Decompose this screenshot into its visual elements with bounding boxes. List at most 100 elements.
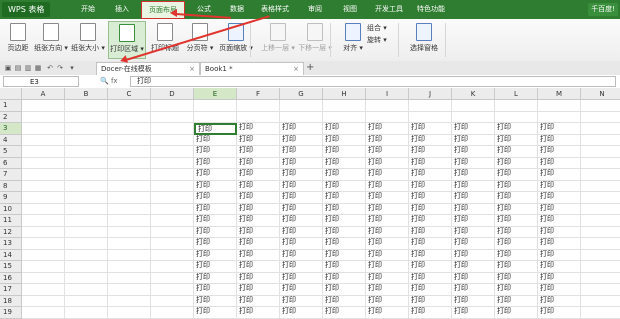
grid-cell[interactable] [581, 112, 620, 123]
grid-cell[interactable] [65, 100, 108, 112]
grid-cell[interactable] [22, 249, 65, 261]
grid-cell[interactable]: 打印 [495, 261, 538, 273]
grid-cell[interactable]: 打印 [495, 123, 538, 135]
grid-cell[interactable] [581, 284, 620, 296]
menu-item[interactable]: 开发工具 [371, 0, 407, 19]
fx-icons[interactable]: 🔍 fx [100, 76, 118, 87]
grid-cell[interactable]: 打印 [237, 123, 280, 135]
grid-cell[interactable] [280, 100, 323, 112]
grid-cell[interactable]: 打印 [237, 238, 280, 250]
formula-input[interactable]: 打印 [130, 76, 616, 87]
grid-cell[interactable]: 打印 [237, 180, 280, 192]
grid-cell[interactable]: 打印 [495, 295, 538, 307]
grid-cell[interactable] [581, 146, 620, 158]
row-header[interactable]: 13 [0, 238, 22, 250]
grid-cell[interactable]: 打印 [194, 226, 237, 238]
grid-cell[interactable] [581, 250, 620, 261]
redo-icon[interactable]: ↷ [56, 64, 64, 72]
row-header[interactable]: 16 [0, 272, 22, 284]
print-icon[interactable]: ▥ [24, 64, 32, 72]
ribbon-tool-button[interactable]: 下移一层 ▾ [297, 21, 333, 59]
grid-cell[interactable] [108, 249, 151, 261]
grid-cell[interactable]: 打印 [323, 169, 366, 181]
grid-cell[interactable]: 打印 [237, 284, 280, 296]
grid-cell[interactable] [151, 238, 194, 250]
grid-cell[interactable] [581, 123, 620, 135]
column-header[interactable]: K [452, 88, 495, 100]
app-title-button[interactable]: WPS 表格 [2, 2, 51, 17]
grid-cell[interactable] [452, 111, 495, 123]
grid-cell[interactable] [581, 261, 620, 273]
grid-cell[interactable]: 打印 [452, 169, 495, 181]
grid-cell[interactable] [538, 100, 581, 112]
column-header[interactable]: H [323, 88, 366, 100]
grid-cell[interactable] [151, 157, 194, 169]
grid-cell[interactable]: 打印 [280, 307, 323, 319]
menu-item[interactable]: 插入 [107, 0, 137, 19]
grid-cell[interactable] [581, 181, 620, 192]
column-header[interactable]: N [581, 88, 620, 100]
grid-cell[interactable]: 打印 [366, 295, 409, 307]
grid-cell[interactable]: 打印 [366, 134, 409, 146]
row-header[interactable]: 8 [0, 180, 22, 192]
row-header[interactable]: 10 [0, 203, 22, 215]
grid-cell[interactable] [22, 146, 65, 158]
grid-cell[interactable]: 打印 [323, 261, 366, 273]
grid-cell[interactable]: 打印 [495, 215, 538, 227]
row-header[interactable]: 18 [0, 295, 22, 307]
grid-cell[interactable] [65, 226, 108, 238]
grid-cell[interactable]: 打印 [409, 146, 452, 158]
grid-cell[interactable]: 打印 [538, 284, 581, 296]
grid-cell[interactable]: 打印 [194, 238, 237, 250]
grid-cell[interactable]: 打印 [194, 169, 237, 181]
grid-cell[interactable]: 打印 [280, 272, 323, 284]
grid-cell[interactable] [194, 111, 237, 123]
grid-cell[interactable] [65, 238, 108, 250]
grid-cell[interactable]: 打印 [237, 203, 280, 215]
grid-cell[interactable]: 打印 [323, 192, 366, 204]
grid-cell[interactable] [65, 169, 108, 181]
grid-cell[interactable] [22, 169, 65, 181]
grid-cell[interactable] [151, 180, 194, 192]
grid-cell[interactable]: 打印 [409, 180, 452, 192]
grid-cell[interactable]: 打印 [538, 295, 581, 307]
grid-cell[interactable]: 打印 [323, 307, 366, 319]
grid-cell[interactable]: 打印 [194, 261, 237, 273]
grid-cell[interactable]: 打印 [409, 261, 452, 273]
grid-cell[interactable]: 打印 [323, 134, 366, 146]
grid-cell[interactable] [108, 284, 151, 296]
menu-item[interactable]: 开始 [73, 0, 103, 19]
grid-cell[interactable] [108, 238, 151, 250]
row-header[interactable]: 2 [0, 111, 22, 123]
grid-cell[interactable] [22, 123, 65, 135]
grid-cell[interactable]: 打印 [323, 123, 366, 135]
grid-cell[interactable] [581, 204, 620, 215]
grid-cell[interactable]: 打印 [409, 284, 452, 296]
grid-cell[interactable] [581, 296, 620, 307]
grid-cell[interactable]: 打印 [538, 238, 581, 250]
ribbon-tool-button[interactable]: 选择窗格 [407, 21, 441, 59]
grid-cell[interactable]: 打印 [194, 146, 237, 158]
grid-cell[interactable]: 打印 [366, 123, 409, 135]
grid-cell[interactable]: 打印 [409, 123, 452, 135]
help-button[interactable]: 千百度! [588, 3, 618, 16]
grid-cell[interactable]: 打印 [495, 203, 538, 215]
grid-cell[interactable]: 打印 [409, 295, 452, 307]
grid-cell[interactable]: 打印 [280, 123, 323, 135]
grid-cell[interactable]: 打印 [366, 169, 409, 181]
grid-cell[interactable] [108, 123, 151, 135]
grid-cell[interactable]: 打印 [280, 295, 323, 307]
grid-cell[interactable]: 打印 [495, 157, 538, 169]
grid-cell[interactable] [366, 100, 409, 112]
grid-cell[interactable]: 打印 [366, 272, 409, 284]
grid-cell[interactable]: 打印 [237, 215, 280, 227]
grid-cell[interactable]: 打印 [495, 146, 538, 158]
grid-cell[interactable] [65, 146, 108, 158]
grid-cell[interactable]: 打印 [323, 238, 366, 250]
grid-cell[interactable] [151, 100, 194, 112]
grid-cell[interactable]: 打印 [323, 295, 366, 307]
grid-cell[interactable] [581, 158, 620, 169]
grid-cell[interactable] [151, 226, 194, 238]
grid-cell[interactable] [581, 135, 620, 146]
grid-cell[interactable]: 打印 [538, 215, 581, 227]
